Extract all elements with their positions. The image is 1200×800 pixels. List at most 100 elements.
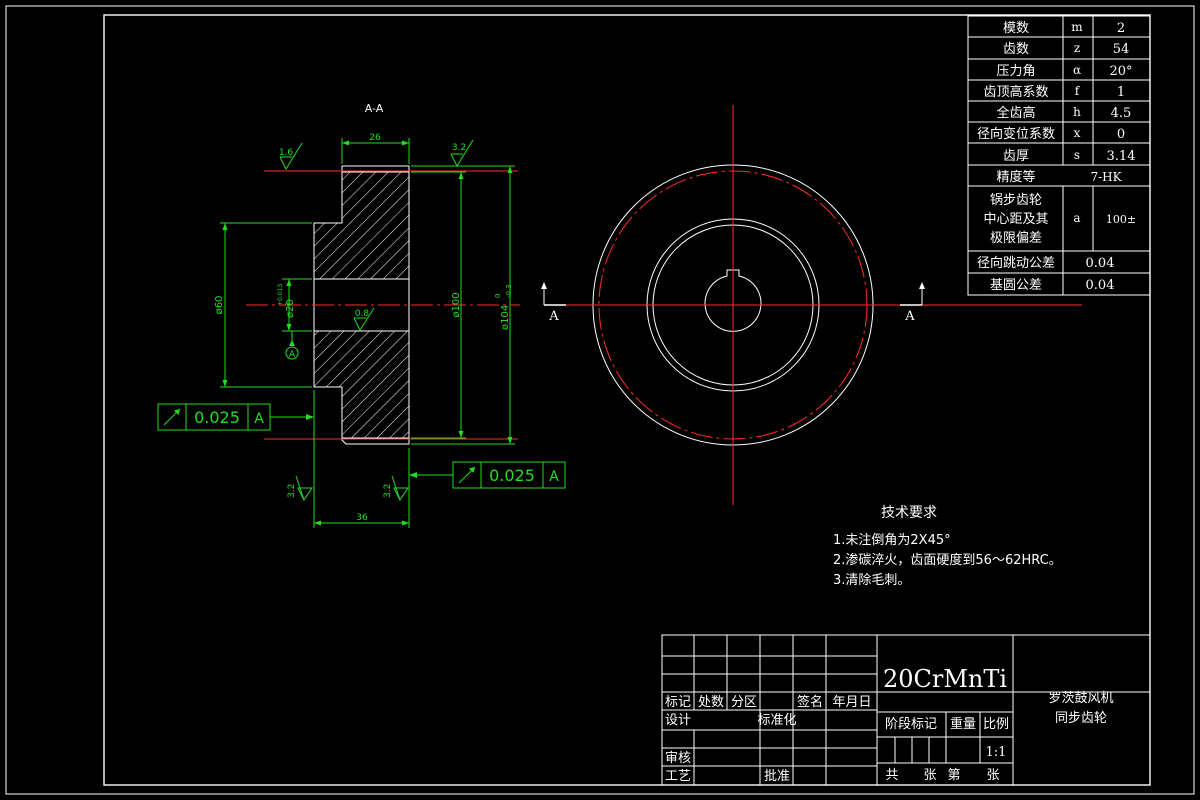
tech-item: 2.渗碳淬火，齿面硬度到56～62HRC。 — [833, 552, 1062, 568]
svg-text:A: A — [549, 469, 559, 485]
sheet-number: 第 — [947, 768, 960, 783]
dim-bore-tol: +0.013 — [277, 284, 284, 306]
param-row: 齿厚 s 3.14 — [1003, 148, 1135, 164]
param-row: 齿数 z 54 — [1003, 41, 1129, 57]
svg-text:齿顶高系数: 齿顶高系数 — [983, 84, 1048, 100]
cut-marker-right: A — [904, 309, 915, 324]
svg-text:m: m — [1071, 20, 1083, 34]
drawing-name: 同步齿轮 — [1055, 711, 1107, 726]
gear-parameter-table: 模数 m 2 齿数 z 54 压力角 α 20° 齿顶高系数 f 1 全齿高 h… — [967, 15, 1151, 296]
svg-text:齿数: 齿数 — [1003, 42, 1029, 57]
dim-outer-tol-low: -0.3 — [505, 284, 513, 298]
section-hatch — [314, 331, 409, 438]
rev-header: 分区 — [731, 695, 757, 710]
runout-frame: 0.025 A — [157, 403, 314, 431]
svg-text:3.14: 3.14 — [1107, 149, 1136, 164]
tech-item: 1.未注倒角为2X45° — [833, 533, 951, 548]
approve-label: 批准 — [764, 769, 790, 784]
datum-a-label: A — [289, 350, 296, 360]
svg-text:2: 2 — [1117, 21, 1125, 36]
center-distance-value: 100± — [1106, 213, 1136, 226]
drawing-name: 罗茨鼓风机 — [1048, 691, 1113, 706]
sheet-total: 共 — [885, 768, 898, 783]
precision-label: 精度等 — [996, 169, 1035, 185]
roughness-symbol: 3.2 — [383, 475, 409, 501]
svg-text:f: f — [1075, 84, 1081, 98]
design-label: 设计 — [665, 713, 691, 728]
material: 20CrMnTi — [883, 665, 1007, 693]
dim-total-width: 36 — [356, 513, 368, 523]
scale-label: 比例 — [983, 717, 1009, 732]
svg-text:1.6: 1.6 — [279, 148, 294, 158]
title-block: 20CrMnTi 罗茨鼓风机 同步齿轮 标记 处数 分区 签名 年月日 设计 标… — [661, 634, 1151, 786]
svg-text:3.2: 3.2 — [383, 484, 393, 498]
dim-outer-diameter: ø104 — [500, 305, 511, 330]
svg-text:径向变位系数: 径向变位系数 — [977, 126, 1055, 142]
rev-header: 处数 — [698, 695, 724, 710]
process-label: 工艺 — [665, 769, 691, 784]
center-distance-label: 极限偏差 — [990, 231, 1042, 246]
stage-mark-label: 阶段标记 — [885, 717, 937, 732]
svg-text:全齿高: 全齿高 — [996, 105, 1035, 121]
sheet-unit: 张 — [986, 768, 999, 783]
svg-text:A: A — [254, 411, 264, 427]
technical-requirements: 技术要求 1.未注倒角为2X45° 2.渗碳淬火，齿面硬度到56～62HRC。 … — [833, 505, 1062, 588]
svg-text:0.8: 0.8 — [355, 309, 370, 319]
dim-hub-diameter: ø60 — [214, 296, 225, 315]
svg-text:20°: 20° — [1109, 64, 1132, 79]
svg-text:1: 1 — [1117, 85, 1125, 100]
svg-text:3.2: 3.2 — [287, 484, 297, 498]
svg-text:齿厚: 齿厚 — [1003, 149, 1029, 164]
cut-marker-left: A — [548, 309, 559, 324]
svg-text:x: x — [1074, 126, 1081, 140]
base-tolerance-value: 0.04 — [1086, 278, 1115, 293]
scale-value: 1:1 — [986, 745, 1007, 760]
param-row: 径向变位系数 x 0 — [977, 126, 1125, 142]
dim-bore-tol-low: 0 — [285, 302, 292, 306]
rev-header: 签名 — [797, 694, 823, 710]
section-label: A-A — [365, 102, 384, 115]
svg-text:s: s — [1074, 148, 1080, 162]
roughness-symbol: 3.2 — [450, 139, 474, 168]
weight-label: 重量 — [950, 716, 976, 732]
svg-text:4.5: 4.5 — [1111, 106, 1132, 121]
tech-title: 技术要求 — [881, 505, 937, 521]
section-view: A-A 26 36 ø60 ø20 +0.013 0 A ø100 ø104 0… — [157, 102, 566, 528]
base-tolerance-label: 基圆公差 — [990, 278, 1042, 293]
param-row: 压力角 α 20° — [996, 63, 1132, 79]
svg-text:α: α — [1073, 63, 1081, 77]
cad-drawing: A-A 26 36 ø60 ø20 +0.013 0 A ø100 ø104 0… — [5, 5, 1195, 795]
review-label: 审核 — [665, 751, 691, 766]
svg-text:0: 0 — [1117, 127, 1125, 142]
standardize-label: 标准化 — [757, 713, 796, 728]
center-distance-label: 锅步齿轮 — [990, 192, 1042, 208]
svg-text:z: z — [1074, 41, 1080, 55]
precision-value: 7-HK — [1090, 170, 1122, 184]
rev-header: 标记 — [665, 695, 691, 710]
svg-text:模数: 模数 — [1003, 21, 1029, 36]
param-row: 齿顶高系数 f 1 — [983, 84, 1125, 100]
svg-text:0.025: 0.025 — [194, 408, 240, 427]
section-hatch — [314, 172, 409, 279]
runout-tolerance-label: 径向跳动公差 — [977, 255, 1055, 271]
svg-text:3.2: 3.2 — [452, 143, 466, 153]
svg-text:h: h — [1073, 105, 1081, 119]
param-row: 模数 m 2 — [1003, 20, 1125, 36]
roughness-symbol: 1.6 — [279, 142, 303, 171]
center-distance-label: 中心距及其 — [983, 212, 1048, 227]
center-distance-symbol: a — [1073, 211, 1080, 225]
svg-text:0.025: 0.025 — [489, 466, 535, 485]
tech-item: 3.清除毛刺。 — [833, 573, 910, 588]
dim-outer-tol-up: 0 — [494, 294, 502, 298]
svg-text:54: 54 — [1113, 42, 1130, 57]
sheet-unit: 张 — [923, 768, 936, 783]
svg-text:压力角: 压力角 — [996, 64, 1035, 79]
roughness-symbol: 3.2 — [287, 475, 313, 501]
param-row: 全齿高 h 4.5 — [996, 105, 1131, 121]
dim-hub-width: 26 — [369, 133, 381, 143]
runout-frame: 0.025 A — [409, 461, 566, 489]
runout-tolerance-value: 0.04 — [1086, 256, 1115, 271]
rev-header: 年月日 — [832, 695, 871, 710]
roughness-symbol: 0.8 — [353, 307, 375, 332]
outer-border — [5, 5, 1195, 795]
